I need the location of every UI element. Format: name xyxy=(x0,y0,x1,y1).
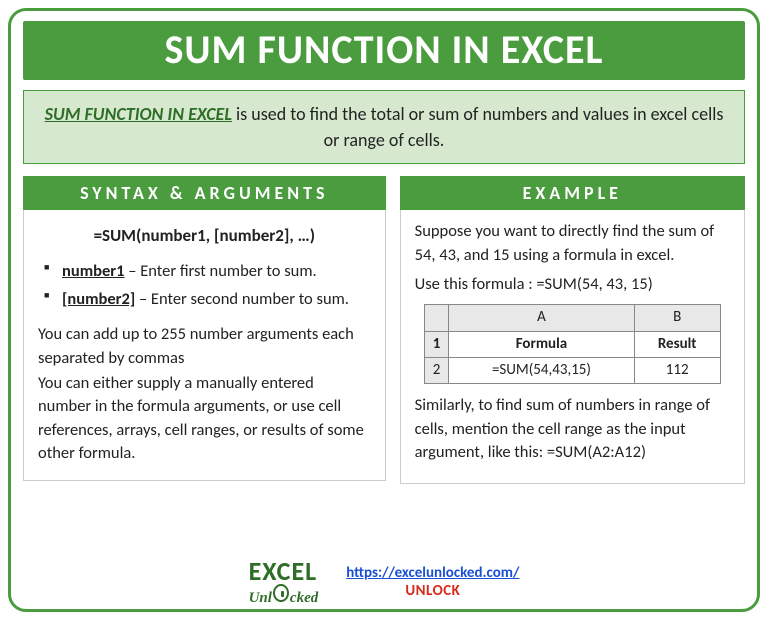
page-title: SUM FUNCTION IN EXCEL xyxy=(165,25,604,74)
table-data-row: 2 =SUM(54,43,15) 112 xyxy=(425,358,720,384)
footer: EXCEL Unlcked https://excelunlocked.com/… xyxy=(11,559,757,605)
argument-desc: – Enter second number to sum. xyxy=(135,289,349,309)
syntax-column: SYNTAX & ARGUMENTS =SUM(number1, [number… xyxy=(23,176,386,483)
logo-small-text: Unlcked xyxy=(249,584,319,605)
syntax-note-2: You can either supply a manually entered… xyxy=(38,372,371,466)
excel-table: A B 1 Formula Result 2 =SUM(54,43,15) 11… xyxy=(424,304,720,384)
example-body: Suppose you want to directly find the su… xyxy=(400,210,745,483)
table-col-header: A xyxy=(449,305,635,331)
unlock-label: UNLOCK xyxy=(346,582,519,600)
argument-list: number1 – Enter first number to sum. [nu… xyxy=(44,260,371,311)
example-heading: EXAMPLE xyxy=(400,176,745,210)
description-banner: SUM FUNCTION IN EXCEL is used to find th… xyxy=(23,90,745,164)
brand-logo: EXCEL Unlcked xyxy=(249,559,319,605)
table-col-header: B xyxy=(634,305,720,331)
syntax-note-1: You can add up to 255 number arguments e… xyxy=(38,323,371,370)
argument-name: [number2] xyxy=(62,289,135,309)
example-column: EXAMPLE Suppose you want to directly fin… xyxy=(400,176,745,483)
syntax-heading: SYNTAX & ARGUMENTS xyxy=(23,176,386,210)
footer-links: https://excelunlocked.com/ UNLOCK xyxy=(346,564,519,600)
table-data-cell: =SUM(54,43,15) xyxy=(449,358,635,384)
description-text: is used to find the total or sum of numb… xyxy=(232,103,723,151)
argument-item: number1 – Enter first number to sum. xyxy=(44,260,371,283)
logo-big-text: EXCEL xyxy=(249,559,319,584)
title-banner: SUM FUNCTION IN EXCEL xyxy=(23,21,745,80)
table-data-cell: 112 xyxy=(634,358,720,384)
table-row-header: 2 xyxy=(425,358,449,384)
table-header-row: 1 Formula Result xyxy=(425,331,720,357)
argument-name: number1 xyxy=(62,261,125,281)
infographic-card: SUM FUNCTION IN EXCEL SUM FUNCTION IN EX… xyxy=(8,8,760,612)
table-col-header-row: A B xyxy=(425,305,720,331)
columns: SYNTAX & ARGUMENTS =SUM(number1, [number… xyxy=(23,176,745,483)
syntax-formula: =SUM(number1, [number2], …) xyxy=(38,224,371,248)
description-lead: SUM FUNCTION IN EXCEL xyxy=(45,103,232,125)
table-row-header: 1 xyxy=(425,331,449,357)
source-url-link[interactable]: https://excelunlocked.com/ xyxy=(346,564,519,582)
lock-icon xyxy=(273,584,289,602)
example-intro: Suppose you want to directly find the su… xyxy=(415,220,730,267)
argument-desc: – Enter first number to sum. xyxy=(125,261,317,281)
logo-text: EXCEL Unlcked xyxy=(249,559,319,605)
table-header-cell: Result xyxy=(634,331,720,357)
example-outro: Similarly, to find sum of numbers in ran… xyxy=(415,394,730,464)
example-use-line: Use this formula : =SUM(54, 43, 15) xyxy=(415,273,730,296)
table-corner-cell xyxy=(425,305,449,331)
argument-item: [number2] – Enter second number to sum. xyxy=(44,288,371,311)
syntax-body: =SUM(number1, [number2], …) number1 – En… xyxy=(23,210,386,481)
table-header-cell: Formula xyxy=(449,331,635,357)
